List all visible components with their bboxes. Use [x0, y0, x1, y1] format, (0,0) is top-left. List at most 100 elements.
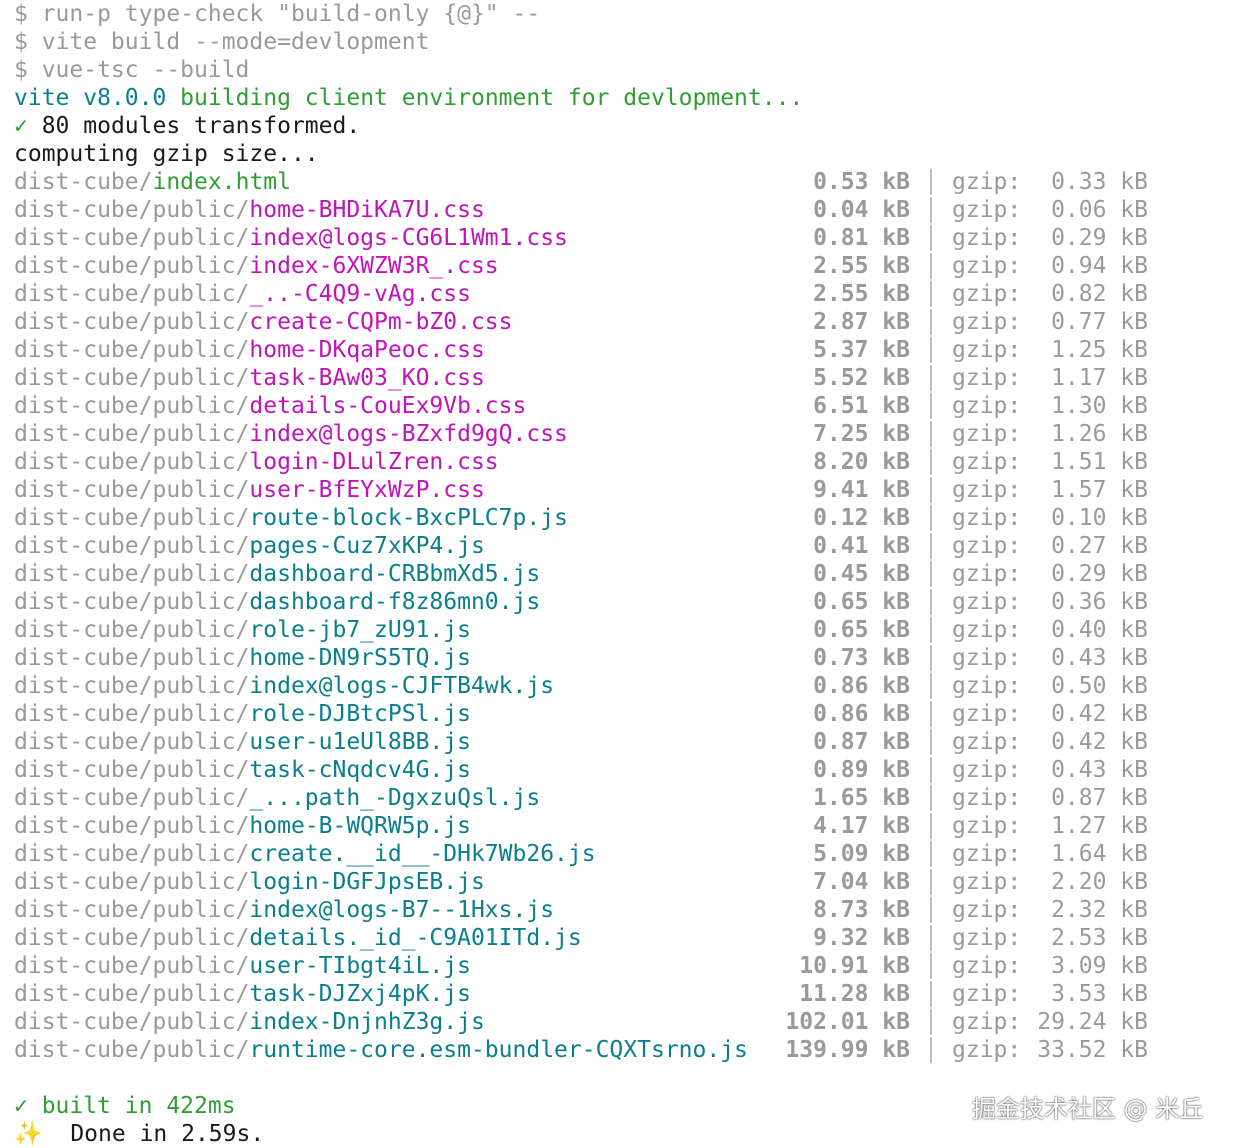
gzip-label: gzip: — [952, 757, 1022, 783]
gzip-size: 0.82 kB — [1051, 281, 1148, 307]
file-size: 2.55 kB — [813, 253, 910, 279]
file-name: create-CQPm-bZ0.css — [249, 309, 513, 335]
file-dir: dist-cube/public/ — [14, 1037, 250, 1063]
gzip-compute-line: computing gzip size... — [14, 141, 319, 167]
column-divider — [930, 953, 932, 979]
file-name: task-DJZxj4pK.js — [249, 981, 471, 1007]
file-name: home-DKqaPeoc.css — [249, 337, 485, 363]
column-divider — [930, 813, 932, 839]
file-row: dist-cube/public/create.__id__-DHk7Wb26.… — [14, 840, 1238, 868]
gzip-label: gzip: — [952, 729, 1022, 755]
gzip-size: 0.29 kB — [1051, 225, 1148, 251]
file-dir: dist-cube/public/ — [14, 701, 250, 727]
file-name: login-DLulZren.css — [249, 449, 499, 475]
file-size: 0.73 kB — [813, 645, 910, 671]
gzip-size: 1.27 kB — [1051, 813, 1148, 839]
column-divider — [930, 785, 932, 811]
gzip-size: 33.52 kB — [1037, 1037, 1148, 1063]
file-path: dist-cube/public/task-DJZxj4pK.js — [14, 980, 471, 1008]
column-divider — [930, 729, 932, 755]
file-name: index@logs-CJFTB4wk.js — [249, 673, 555, 699]
file-size: 102.01 kB — [785, 1009, 910, 1035]
file-name: dashboard-CRBbmXd5.js — [249, 561, 541, 587]
file-dir: dist-cube/public/ — [14, 533, 250, 559]
file-name: details-CouEx9Vb.css — [249, 393, 527, 419]
gzip-label: gzip: — [952, 365, 1022, 391]
column-divider — [930, 337, 932, 363]
file-row: dist-cube/public/role-jb7_zU91.js 0.65 kB… — [14, 616, 1238, 644]
column-divider — [930, 841, 932, 867]
gzip-size: 0.42 kB — [1051, 729, 1148, 755]
file-size: 0.89 kB — [813, 757, 910, 783]
gzip-label: gzip: — [952, 897, 1022, 923]
file-name: details._id_-C9A01ITd.js — [249, 925, 582, 951]
file-size: 0.81 kB — [813, 225, 910, 251]
file-name: index@logs-CG6L1Wm1.css — [249, 225, 568, 251]
file-dir: dist-cube/public/ — [14, 925, 250, 951]
file-size: 0.65 kB — [813, 617, 910, 643]
file-row: dist-cube/public/dashboard-f8z86mn0.js 0.… — [14, 588, 1238, 616]
gzip-label: gzip: — [952, 701, 1022, 727]
gzip-label: gzip: — [952, 925, 1022, 951]
gzip-size: 2.53 kB — [1051, 925, 1148, 951]
gzip-size: 0.27 kB — [1051, 533, 1148, 559]
file-row: dist-cube/public/index@logs-B7--1Hxs.js 8… — [14, 896, 1238, 924]
check-icon: ✓ — [14, 113, 28, 139]
terminal-output: $ run-p type-check "build-only {@}" -- $… — [14, 0, 1238, 1148]
file-size: 5.37 kB — [813, 337, 910, 363]
file-name: role-DJBtcPSl.js — [249, 701, 471, 727]
gzip-size: 1.17 kB — [1051, 365, 1148, 391]
column-divider — [930, 897, 932, 923]
file-path: dist-cube/public/runtime-core.esm-bundle… — [14, 1036, 748, 1064]
gzip-size: 0.43 kB — [1051, 645, 1148, 671]
file-row: dist-cube/public/user-BfEYxWzP.css 9.41 k… — [14, 476, 1238, 504]
file-path: dist-cube/public/details._id_-C9A01ITd.j… — [14, 924, 582, 952]
file-path: dist-cube/public/create.__id__-DHk7Wb26.… — [14, 840, 596, 868]
file-path: dist-cube/public/route-block-BxcPLC7p.js — [14, 504, 568, 532]
done-text: Done in 2.59s. — [42, 1121, 265, 1147]
file-row: dist-cube/public/index-DnjnhZ3g.js 102.01… — [14, 1008, 1238, 1036]
file-dir: dist-cube/public/ — [14, 225, 250, 251]
column-divider — [930, 449, 932, 475]
file-row: dist-cube/public/details._id_-C9A01ITd.j… — [14, 924, 1238, 952]
file-row: dist-cube/public/role-DJBtcPSl.js 0.86 kB… — [14, 700, 1238, 728]
file-row: dist-cube/public/home-B-WQRW5p.js 4.17 kB… — [14, 812, 1238, 840]
file-dir: dist-cube/public/ — [14, 393, 250, 419]
gzip-size: 2.20 kB — [1051, 869, 1148, 895]
gzip-label: gzip: — [952, 169, 1022, 195]
file-dir: dist-cube/public/ — [14, 981, 250, 1007]
file-path: dist-cube/public/user-u1eUl8BB.js — [14, 728, 471, 756]
file-dir: dist-cube/public/ — [14, 757, 250, 783]
file-row: dist-cube/public/task-DJZxj4pK.js 11.28 k… — [14, 980, 1238, 1008]
file-row: dist-cube/public/home-BHDiKA7U.css 0.04 k… — [14, 196, 1238, 224]
file-row: dist-cube/public/index@logs-CJFTB4wk.js 0… — [14, 672, 1238, 700]
transformed-line: ✓ 80 modules transformed. — [14, 112, 1238, 140]
gzip-label: gzip: — [952, 841, 1022, 867]
file-path: dist-cube/public/_..-C4Q9-vAg.css — [14, 280, 471, 308]
file-dir: dist-cube/public/ — [14, 449, 250, 475]
gzip-size: 0.06 kB — [1051, 197, 1148, 223]
gzip-label: gzip: — [952, 869, 1022, 895]
gzip-size: 0.36 kB — [1051, 589, 1148, 615]
gzip-size: 0.43 kB — [1051, 757, 1148, 783]
column-divider — [930, 869, 932, 895]
gzip-label: gzip: — [952, 645, 1022, 671]
file-dir: dist-cube/public/ — [14, 813, 250, 839]
file-name: user-BfEYxWzP.css — [249, 477, 485, 503]
sparkles-icon: ✨ — [14, 1121, 43, 1147]
gzip-size: 1.25 kB — [1051, 337, 1148, 363]
gzip-label: gzip: — [952, 813, 1022, 839]
file-dir: dist-cube/public/ — [14, 869, 250, 895]
file-name: login-DGFJpsEB.js — [249, 869, 485, 895]
gzip-label: gzip: — [952, 337, 1022, 363]
file-name: route-block-BxcPLC7p.js — [249, 505, 568, 531]
file-path: dist-cube/public/role-jb7_zU91.js — [14, 616, 471, 644]
file-size: 0.53 kB — [813, 169, 910, 195]
check-icon: ✓ — [14, 1093, 28, 1119]
file-name: role-jb7_zU91.js — [249, 617, 471, 643]
file-dir: dist-cube/public/ — [14, 505, 250, 531]
file-size: 2.87 kB — [813, 309, 910, 335]
column-divider — [930, 981, 932, 1007]
file-size: 9.41 kB — [813, 477, 910, 503]
column-divider — [930, 421, 932, 447]
